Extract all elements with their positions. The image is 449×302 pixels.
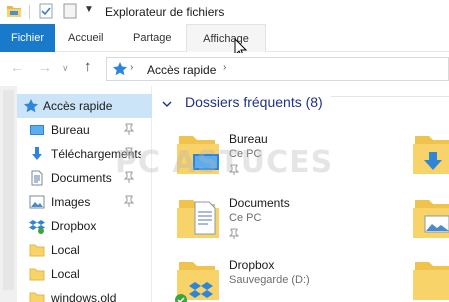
folder-icon — [29, 292, 45, 302]
sidebar-item-acces-rapide[interactable]: Accès rapide — [17, 94, 152, 118]
breadcrumb-chevron-icon[interactable]: › — [130, 62, 133, 73]
quick-access-dropdown-icon[interactable]: ▼ — [84, 4, 94, 15]
folder-icon[interactable] — [409, 256, 449, 302]
sidebar-item-label: Dropbox — [51, 219, 97, 233]
folder-icon — [29, 244, 45, 257]
sidebar-item-label: Local — [51, 243, 80, 257]
folder-name: Documents — [229, 196, 290, 210]
sidebar-item-dropbox[interactable]: Dropbox — [17, 214, 152, 238]
tab-accueil[interactable]: Accueil — [58, 24, 113, 52]
star-icon — [113, 62, 127, 76]
folder-icon — [29, 268, 45, 281]
folder-tile-documents[interactable]: Documents Ce PC — [173, 194, 353, 250]
document-icon — [31, 170, 43, 186]
folder-name: Dropbox — [229, 258, 275, 272]
star-icon — [24, 99, 38, 113]
images-icon — [29, 195, 45, 209]
navigation-pane: Accès rapide Bureau Téléchargements Docu… — [0, 86, 152, 302]
documents-folder-icon — [177, 200, 219, 238]
folder-name: Bureau — [229, 132, 268, 146]
pin-icon[interactable] — [123, 122, 135, 136]
sidebar-item-local[interactable]: Local — [17, 238, 152, 262]
forward-arrow-icon[interactable]: → — [38, 59, 52, 75]
sidebar-scrollbar[interactable] — [0, 86, 17, 302]
sidebar-item-label: Local — [51, 267, 80, 281]
content-pane: Dossiers fréquents (8) Bureau Ce PC Docu… — [153, 86, 449, 302]
dropbox-folder-icon — [175, 262, 219, 302]
new-folder-icon[interactable] — [62, 3, 78, 19]
up-arrow-icon[interactable]: ↑ — [84, 58, 92, 75]
group-divider — [331, 96, 449, 97]
tab-fichier[interactable]: Fichier — [0, 24, 55, 52]
watermark: PC ASTUCES — [115, 145, 334, 180]
download-arrow-icon — [32, 147, 42, 160]
pin-icon[interactable] — [123, 194, 135, 208]
desktop-icon — [30, 125, 44, 135]
sidebar-item-label: Accès rapide — [43, 99, 113, 113]
tab-partage[interactable]: Partage — [123, 24, 182, 52]
sidebar-item-images[interactable]: Images — [17, 190, 152, 214]
scrollbar-thumb[interactable] — [3, 90, 14, 290]
ribbon-tabs: Fichier Accueil Partage Affichage — [0, 24, 449, 52]
recent-locations-chevron-icon[interactable]: ∨ — [62, 63, 69, 74]
sidebar-item-windows-old[interactable]: windows.old — [17, 286, 152, 302]
group-title: Dossiers fréquents (8) — [185, 94, 323, 110]
window-title: Explorateur de fichiers — [105, 5, 225, 19]
breadcrumb-current[interactable]: Accès rapide — [147, 63, 216, 77]
images-folder-icon[interactable] — [409, 194, 449, 244]
title-bar: ▼ Explorateur de fichiers — [0, 0, 449, 24]
sidebar-item-bureau[interactable]: Bureau — [17, 118, 152, 142]
properties-check-icon[interactable] — [38, 3, 54, 19]
toolbar-separator — [29, 5, 30, 19]
tab-affichage[interactable]: Affichage — [186, 24, 266, 52]
pin-icon[interactable] — [229, 228, 239, 240]
navigation-bar: ← → ∨ ↑ › Accès rapide › — [0, 53, 449, 85]
folder-location: Ce PC — [229, 212, 262, 224]
folder-location: Sauvegarde (D:) — [229, 274, 310, 286]
breadcrumb-chevron-icon[interactable]: › — [223, 62, 226, 73]
folder-icon[interactable] — [6, 3, 22, 19]
chevron-down-icon[interactable] — [161, 98, 173, 110]
back-arrow-icon[interactable]: ← — [10, 59, 24, 75]
address-bar[interactable]: › Accès rapide › — [106, 57, 449, 81]
sidebar-item-local[interactable]: Local — [17, 262, 152, 286]
dropbox-icon — [29, 220, 45, 234]
downloads-folder-icon[interactable] — [409, 130, 449, 180]
folder-tile-dropbox[interactable]: Dropbox Sauvegarde (D:) — [173, 256, 353, 302]
sidebar-item-label: windows.old — [51, 291, 117, 302]
